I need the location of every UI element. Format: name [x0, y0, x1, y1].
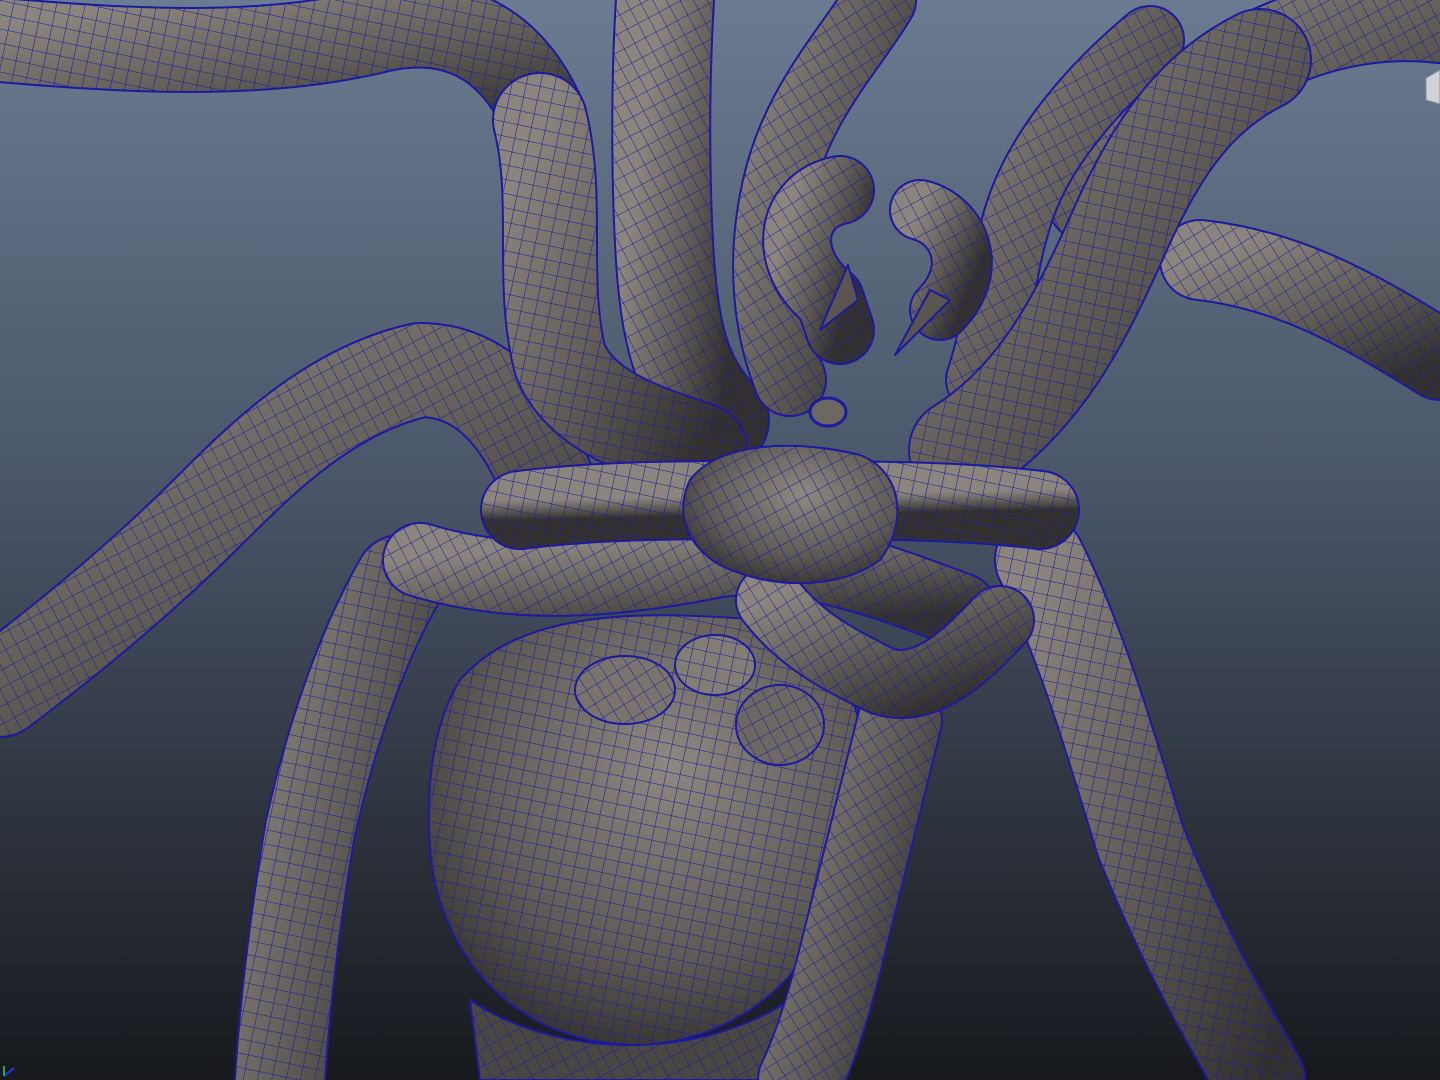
leg-mid-left-horizontal[interactable] [382, 520, 998, 648]
3d-viewport[interactable] [0, 0, 1440, 1080]
leg-top-center[interactable] [611, 0, 770, 470]
viewport-scene[interactable] [0, 0, 1440, 1080]
